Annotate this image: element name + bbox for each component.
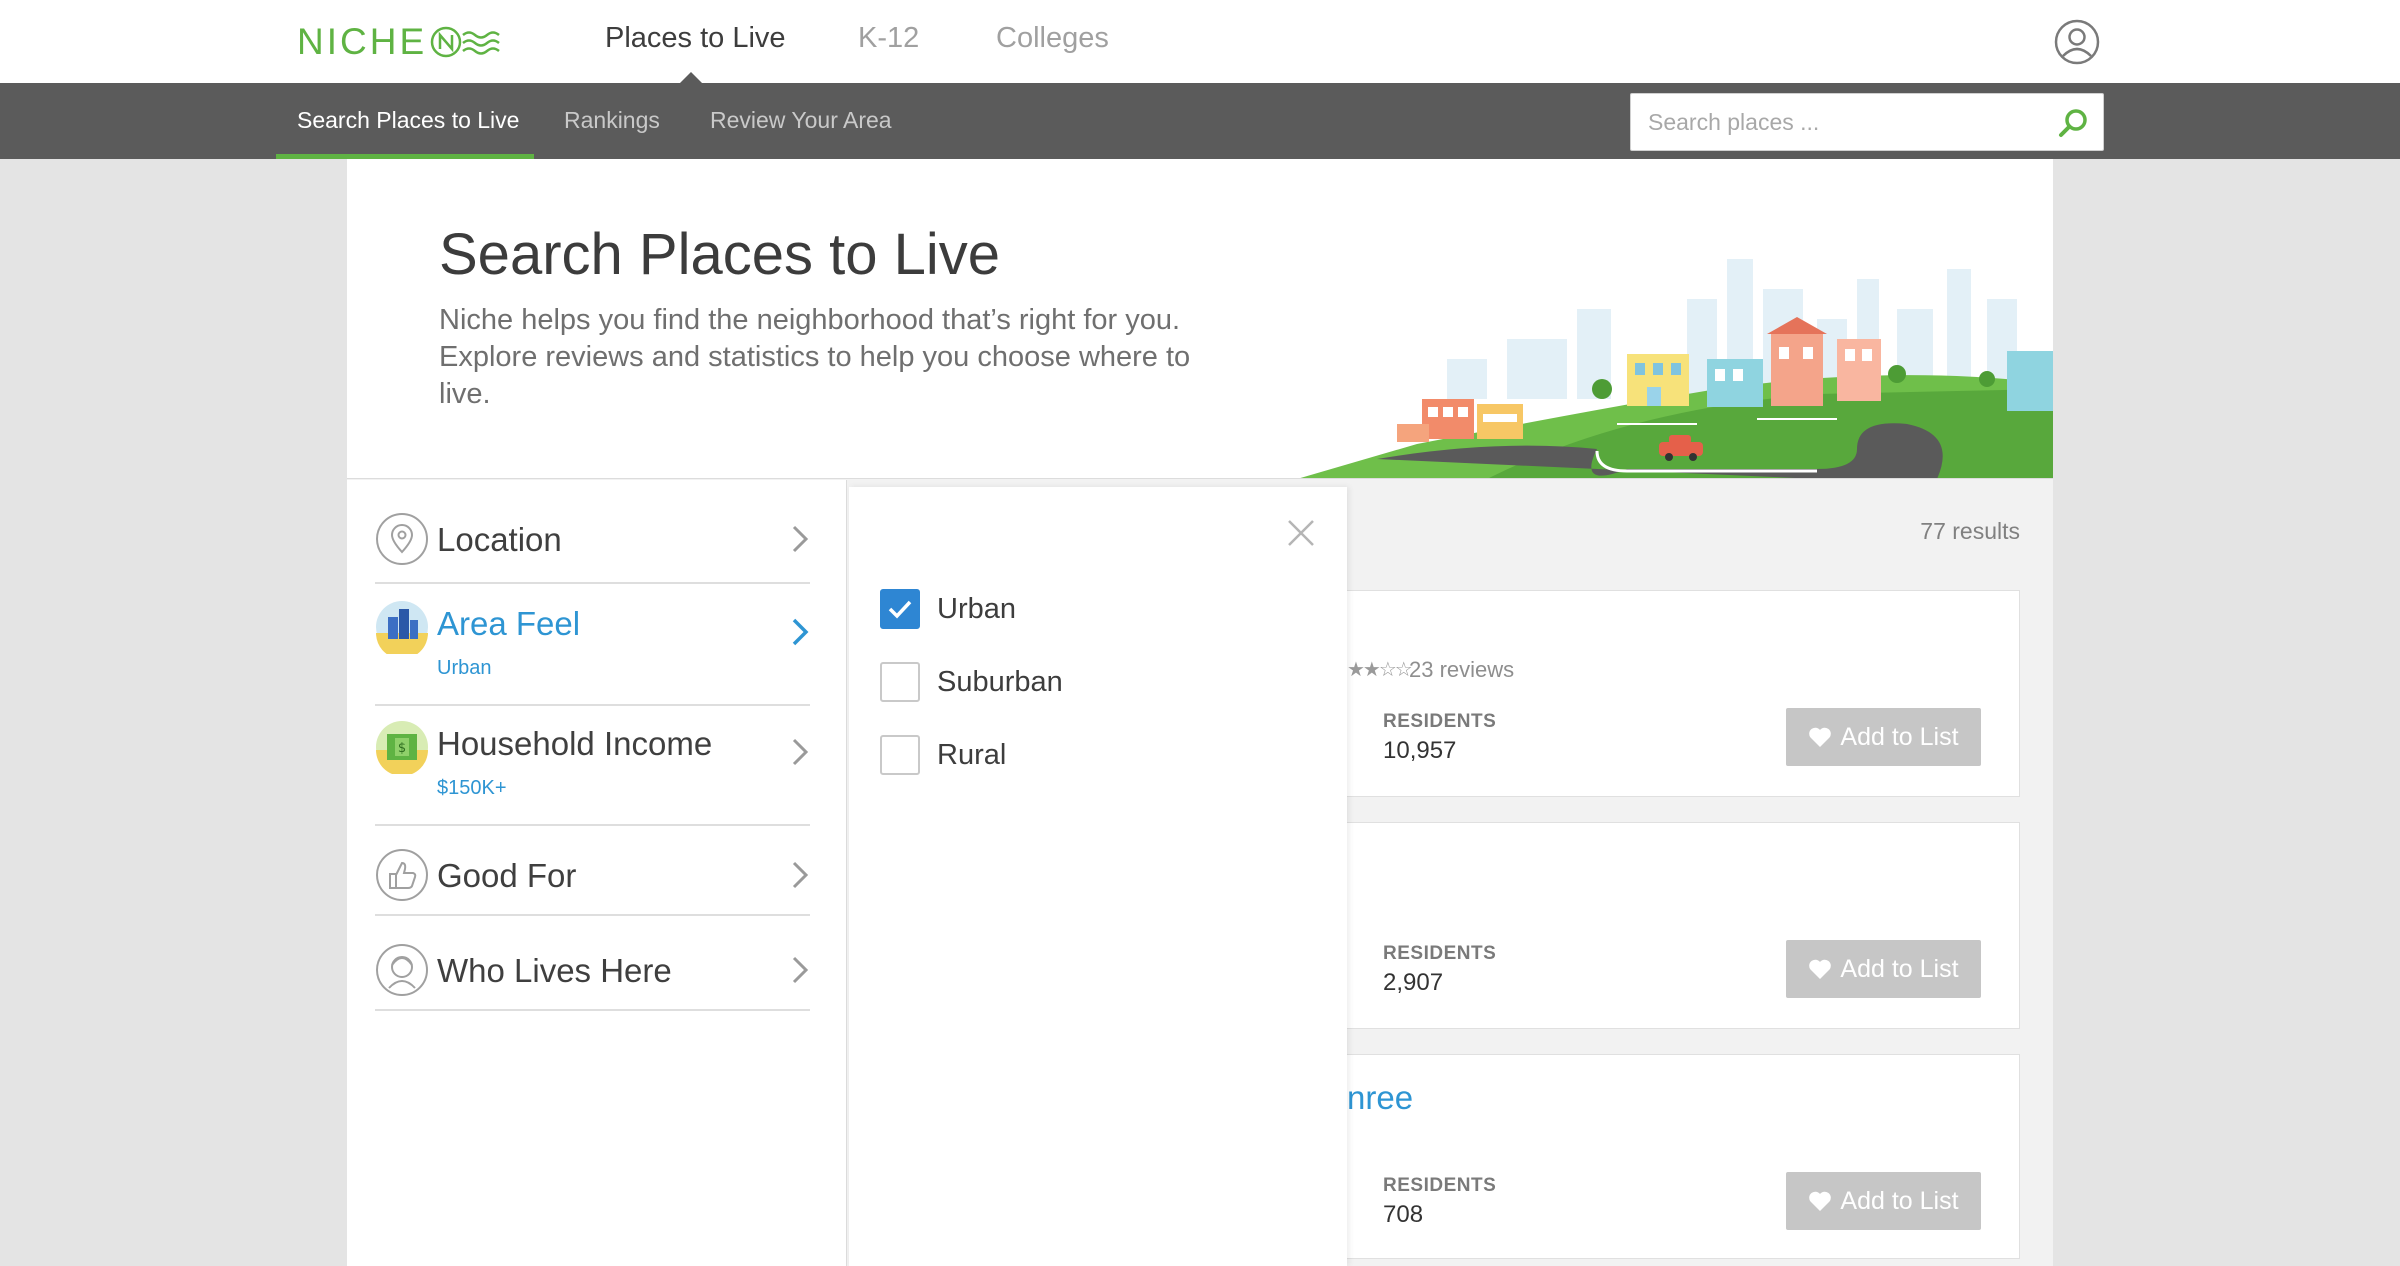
filter-area-feel-label: Area Feel: [437, 605, 581, 642]
result-card[interactable]: RESIDENTS 2,907 Add to List: [1347, 822, 2020, 1029]
person-face-icon: [376, 944, 428, 996]
add-to-list-label: Add to List: [1840, 1186, 1959, 1215]
area-feel-options-panel: Urban Suburban Rural: [849, 487, 1347, 1266]
niche-logo-mark-icon: [430, 26, 500, 58]
city-buildings-icon: [376, 601, 428, 654]
page-title: Search Places to Live: [439, 222, 1000, 287]
option-suburban[interactable]: Suburban: [880, 660, 1063, 704]
chevron-right-icon: [792, 956, 809, 984]
filter-who-lives-here[interactable]: Who Lives Here: [375, 943, 810, 1011]
residents-label: RESIDENTS: [1383, 1175, 1497, 1196]
residents-value: 2,907: [1383, 969, 1444, 996]
sub-navigation-bar: Search Places to Live Rankings Review Yo…: [0, 83, 2400, 159]
add-to-list-button[interactable]: Add to List: [1786, 708, 1981, 766]
topnav-k12[interactable]: K-12: [858, 22, 919, 55]
checkmark-icon: [888, 600, 912, 619]
filter-good-for-label: Good For: [437, 857, 577, 894]
filter-household-income-label: Household Income: [437, 725, 713, 762]
filter-area-feel-value: Urban: [437, 657, 492, 679]
result-card[interactable]: nree RESIDENTS 708 Add to List: [1347, 1054, 2020, 1259]
filter-household-income-value: $150K+: [437, 777, 507, 799]
residents-label: RESIDENTS: [1383, 943, 1497, 964]
add-to-list-label: Add to List: [1840, 954, 1959, 983]
rural-checkbox[interactable]: [880, 735, 920, 775]
page-description: Niche helps you find the neighborhood th…: [439, 304, 1191, 410]
chevron-right-icon: [792, 618, 809, 646]
option-suburban-label: Suburban: [937, 665, 1063, 698]
residents-label: RESIDENTS: [1383, 711, 1497, 732]
filter-good-for[interactable]: Good For: [375, 848, 810, 916]
option-rural[interactable]: Rural: [880, 733, 1006, 777]
option-urban[interactable]: Urban: [880, 587, 1016, 631]
active-nav-caret: [680, 72, 702, 83]
option-urban-label: Urban: [937, 592, 1016, 625]
user-circle-icon[interactable]: [2054, 19, 2100, 65]
close-icon[interactable]: [1285, 517, 1317, 549]
niche-logo[interactable]: NICHE: [297, 20, 505, 64]
filter-location-label: Location: [437, 521, 562, 558]
heart-icon: [1809, 959, 1832, 979]
add-to-list-button[interactable]: Add to List: [1786, 940, 1981, 998]
search-input[interactable]: [1631, 94, 2051, 150]
add-to-list-button[interactable]: Add to List: [1786, 1172, 1981, 1230]
residents-value: 10,957: [1383, 737, 1457, 764]
heart-icon: [1809, 727, 1832, 747]
thumbs-up-icon: [376, 849, 428, 901]
review-count[interactable]: 23 reviews: [1409, 657, 1514, 683]
chevron-right-icon: [792, 861, 809, 889]
results-count: 77 results: [1920, 518, 2020, 544]
chevron-right-icon: [792, 525, 809, 553]
logo-wordmark: NICHE: [297, 21, 428, 62]
top-navigation-bar: NICHE Places to Live K-12 Colleges: [0, 0, 2400, 83]
chevron-right-icon: [792, 738, 809, 766]
residents-value: 708: [1383, 1201, 1424, 1228]
urban-checkbox[interactable]: [880, 589, 920, 629]
result-title-link[interactable]: nree: [1347, 1079, 1413, 1117]
neighborhood-illustration: [1300, 259, 2053, 478]
money-bill-icon: $: [376, 721, 428, 774]
search-icon[interactable]: [2057, 107, 2089, 139]
svg-text:$: $: [398, 741, 406, 756]
topnav-colleges[interactable]: Colleges: [996, 22, 1109, 55]
hero-section: Search Places to Live Niche helps you fi…: [347, 159, 2053, 479]
subnav-review-your-area[interactable]: Review Your Area: [710, 107, 892, 134]
search-box: [1630, 93, 2104, 151]
result-card[interactable]: ★★☆☆ 23 reviews RESIDENTS 10,957 Add to …: [1347, 590, 2020, 797]
rating-stars: ★★☆☆: [1347, 659, 1413, 681]
add-to-list-label: Add to List: [1840, 722, 1959, 751]
filter-panel: Location Area Feel Urban $ Household Inc…: [347, 480, 847, 1266]
subnav-rankings[interactable]: Rankings: [564, 107, 660, 134]
map-pin-icon: [376, 513, 428, 565]
option-rural-label: Rural: [937, 738, 1007, 771]
filter-area-feel[interactable]: Area Feel Urban: [375, 600, 810, 706]
filter-who-lives-here-label: Who Lives Here: [437, 952, 672, 989]
heart-icon: [1809, 1191, 1832, 1211]
topnav-places-to-live[interactable]: Places to Live: [605, 22, 786, 55]
filter-location[interactable]: Location: [375, 512, 810, 584]
suburban-checkbox[interactable]: [880, 662, 920, 702]
filter-household-income[interactable]: $ Household Income $150K+: [375, 720, 810, 826]
subnav-search-places[interactable]: Search Places to Live: [297, 107, 519, 134]
